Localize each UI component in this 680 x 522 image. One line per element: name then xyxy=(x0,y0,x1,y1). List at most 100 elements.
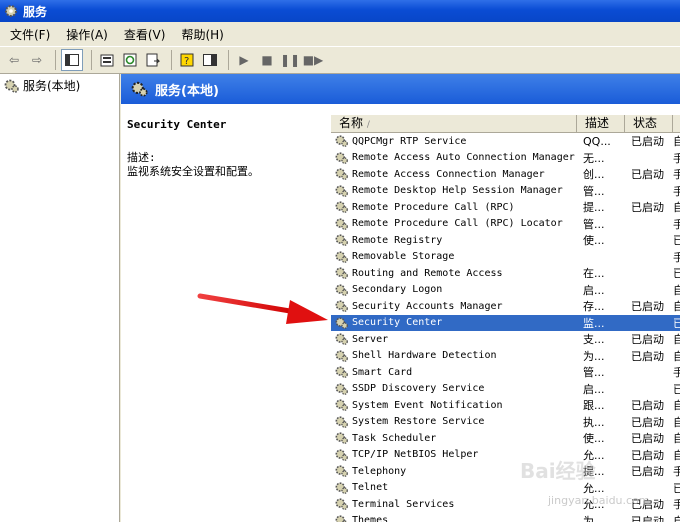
service-row[interactable]: Secondary Logon 启... 自 xyxy=(331,282,680,299)
service-row[interactable]: Security Center 监... 已 xyxy=(331,314,680,331)
service-row[interactable]: Themes 为... 已启动 自 xyxy=(331,513,680,522)
service-name-cell: Removable Storage xyxy=(331,250,577,264)
service-gear-icon xyxy=(335,482,348,494)
service-row[interactable]: Removable Storage 手 xyxy=(331,249,680,266)
service-name: Telephony xyxy=(352,465,407,477)
export-list-button[interactable] xyxy=(143,50,163,70)
column-header-status[interactable]: 状态 xyxy=(625,115,673,132)
description-label: 描述: xyxy=(127,151,156,164)
service-name: Telnet xyxy=(352,482,389,494)
service-name-cell: System Event Notification xyxy=(331,398,577,412)
service-desc-cell: 管... xyxy=(583,217,605,231)
start-service-button[interactable]: ▶ xyxy=(234,50,254,70)
help-icon: ? xyxy=(180,53,194,67)
service-row[interactable]: Task Scheduler 使... 已启动自 xyxy=(331,430,680,447)
service-row[interactable]: Remote Desktop Help Session Manager 管... 手 xyxy=(331,183,680,200)
service-row[interactable]: Shell Hardware Detection 为... 已启动自 xyxy=(331,348,680,365)
service-startup-cell: 手 xyxy=(673,498,680,512)
service-startup-cell: 手 xyxy=(673,465,680,479)
service-desc-cell: 为... xyxy=(583,349,605,363)
service-gear-icon xyxy=(335,201,348,214)
service-startup-cell: 已 xyxy=(673,316,680,330)
service-row[interactable]: Remote Procedure Call (RPC) Locator 管... 手 xyxy=(331,216,680,233)
service-gear-icon xyxy=(335,267,348,280)
service-name: Remote Access Connection Manager xyxy=(352,168,545,180)
service-name-cell: Remote Registry xyxy=(331,233,577,247)
service-gear-icon xyxy=(335,432,348,445)
service-status-cell: 已启动 xyxy=(631,432,664,446)
tree-node-services-local[interactable]: 服务(本地) xyxy=(0,74,119,97)
pause-icon: ❚❚ xyxy=(279,53,301,67)
service-name-cell: Terminal Services xyxy=(331,497,577,511)
forward-arrow-icon: ⇨ xyxy=(31,53,43,67)
service-row[interactable]: Remote Access Auto Connection Manager 无..… xyxy=(331,150,680,167)
service-row[interactable]: Remote Access Connection Manager 创... 已启动手 xyxy=(331,166,680,183)
service-desc-cell: 启... xyxy=(583,382,605,396)
service-status-cell: 已启动 xyxy=(631,135,664,149)
watermark-url: jingyan.baidu.com xyxy=(548,494,650,507)
sort-indicator-icon: / xyxy=(366,120,370,130)
service-row[interactable]: Remote Registry 使... 已 xyxy=(331,232,680,249)
service-row[interactable]: Telephony 提... 已启动手 xyxy=(331,463,680,480)
service-row[interactable]: Security Accounts Manager 存... 已启动自 xyxy=(331,298,680,315)
service-name: Terminal Services xyxy=(352,498,455,510)
service-name: Themes xyxy=(352,515,389,522)
menu-file[interactable]: 文件(F) xyxy=(0,26,56,43)
restart-service-button[interactable]: ■▶ xyxy=(303,50,324,70)
service-name: System Event Notification xyxy=(352,399,503,411)
menu-action[interactable]: 操作(A) xyxy=(56,26,114,43)
services-gear-icon xyxy=(131,81,148,97)
service-row[interactable]: Routing and Remote Access 在... 已 xyxy=(331,265,680,282)
service-desc-cell: QQ... xyxy=(583,134,611,148)
show-hide-tree-button[interactable] xyxy=(61,49,83,71)
service-name-cell: Routing and Remote Access xyxy=(331,266,577,280)
service-status-cell: 已启动 xyxy=(631,399,664,413)
menu-view[interactable]: 查看(V) xyxy=(114,26,172,43)
forward-button[interactable]: ⇨ xyxy=(27,50,47,70)
service-status-cell: 已启动 xyxy=(631,333,664,347)
service-name: Security Center xyxy=(352,317,443,329)
service-gear-icon xyxy=(335,185,348,197)
toolbar-separator xyxy=(91,50,92,70)
play-icon: ▶ xyxy=(239,53,249,67)
service-row[interactable]: System Restore Service 执... 已启动自 xyxy=(331,414,680,431)
service-gear-icon xyxy=(335,135,348,148)
service-desc-cell: 管... xyxy=(583,184,605,198)
refresh-button[interactable] xyxy=(120,50,140,70)
service-gear-icon xyxy=(335,152,348,164)
service-row[interactable]: Smart Card 管... 手 xyxy=(331,364,680,381)
service-startup-cell: 手 xyxy=(673,250,680,264)
service-gear-icon xyxy=(335,465,348,478)
column-header-name[interactable]: 名称 / xyxy=(331,115,577,132)
service-startup-cell: 已 xyxy=(673,481,680,495)
service-row[interactable]: TCP/IP NetBIOS Helper 允... 已启动自 xyxy=(331,447,680,464)
help-button[interactable]: ? xyxy=(177,50,197,70)
service-row[interactable]: SSDP Discovery Service 启... 已 xyxy=(331,381,680,398)
service-gear-icon xyxy=(335,218,348,230)
service-status-cell: 已启动 xyxy=(631,415,664,429)
pause-service-button[interactable]: ❚❚ xyxy=(280,50,300,70)
service-name-cell: Remote Desktop Help Session Manager xyxy=(331,184,577,198)
service-desc-cell: 在... xyxy=(583,267,605,281)
service-name-cell: SSDP Discovery Service xyxy=(331,382,577,396)
properties-button[interactable] xyxy=(97,50,117,70)
column-header-desc[interactable]: 描述 xyxy=(577,115,625,132)
column-header-startup[interactable] xyxy=(673,115,680,132)
service-gear-icon xyxy=(335,416,348,428)
show-hide-action-pane-button[interactable] xyxy=(200,50,220,70)
stop-service-button[interactable]: ■ xyxy=(257,50,277,70)
toolbar: ⇦ ⇨ ? ▶ ■ ❚❚ ■▶ xyxy=(0,46,680,74)
back-button[interactable]: ⇦ xyxy=(4,50,24,70)
service-name: TCP/IP NetBIOS Helper xyxy=(352,449,479,461)
title-bar: 服务 xyxy=(0,0,680,22)
service-name-cell: Remote Access Auto Connection Manager xyxy=(331,151,577,165)
service-row[interactable]: System Event Notification 跟... 已启动自 xyxy=(331,397,680,414)
service-row[interactable]: QQPCMgr RTP Service QQ... 已启动自 xyxy=(331,133,680,150)
service-row[interactable]: Server 支... 已启动自 xyxy=(331,331,680,348)
properties-icon xyxy=(100,54,114,67)
toolbar-separator xyxy=(55,50,56,70)
service-desc-cell: 存... xyxy=(583,300,605,314)
service-startup-cell: 自 xyxy=(673,514,680,522)
menu-help[interactable]: 帮助(H) xyxy=(171,26,229,43)
service-row[interactable]: Remote Procedure Call (RPC) 提... 已启动自 xyxy=(331,199,680,216)
